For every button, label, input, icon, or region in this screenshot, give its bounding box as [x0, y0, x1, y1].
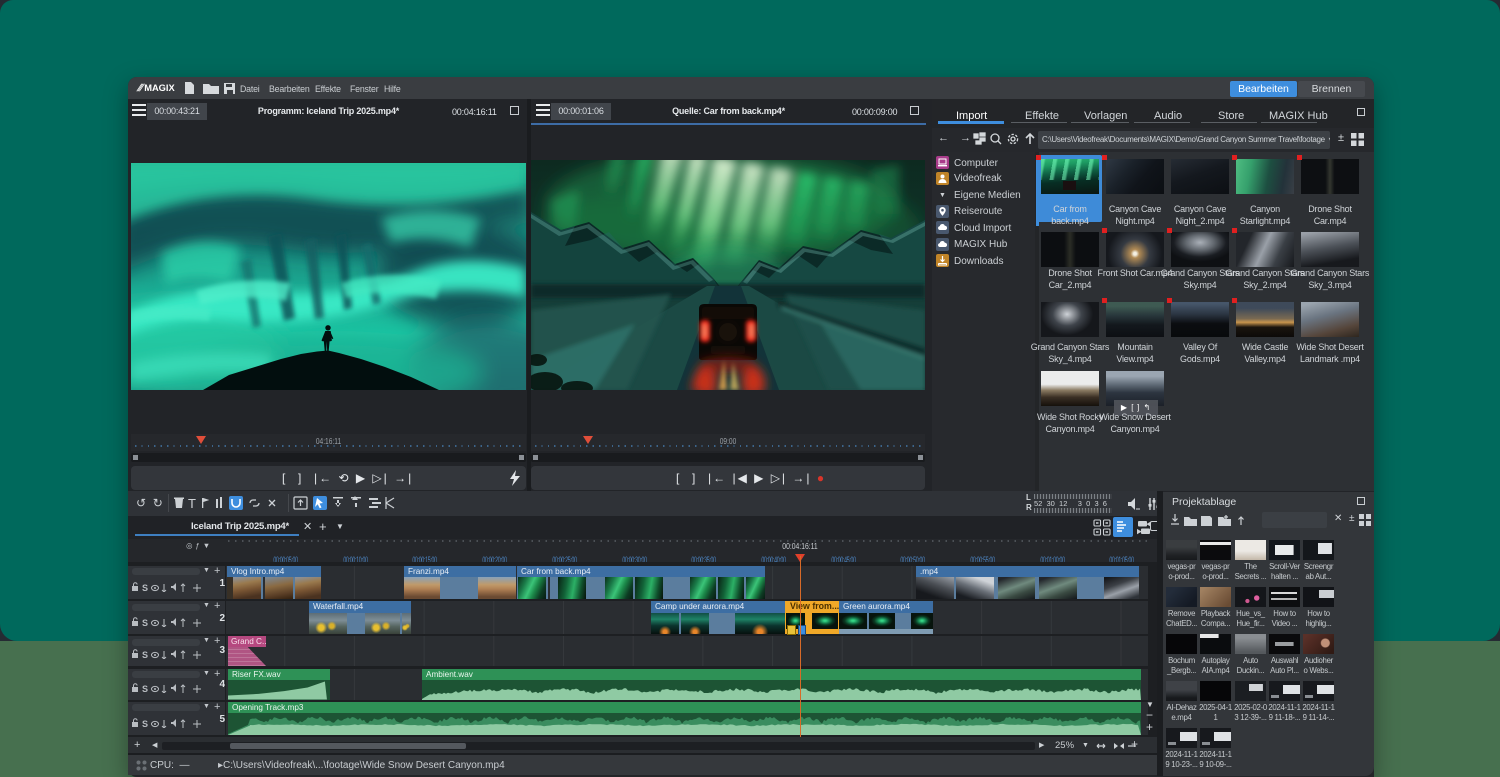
svg-text:S: S	[142, 650, 148, 659]
svg-text:T: T	[188, 496, 196, 511]
svg-text:S: S	[142, 719, 148, 728]
svg-text:S: S	[142, 618, 148, 627]
svg-text:S: S	[142, 583, 148, 592]
svg-text:S: S	[142, 684, 148, 693]
